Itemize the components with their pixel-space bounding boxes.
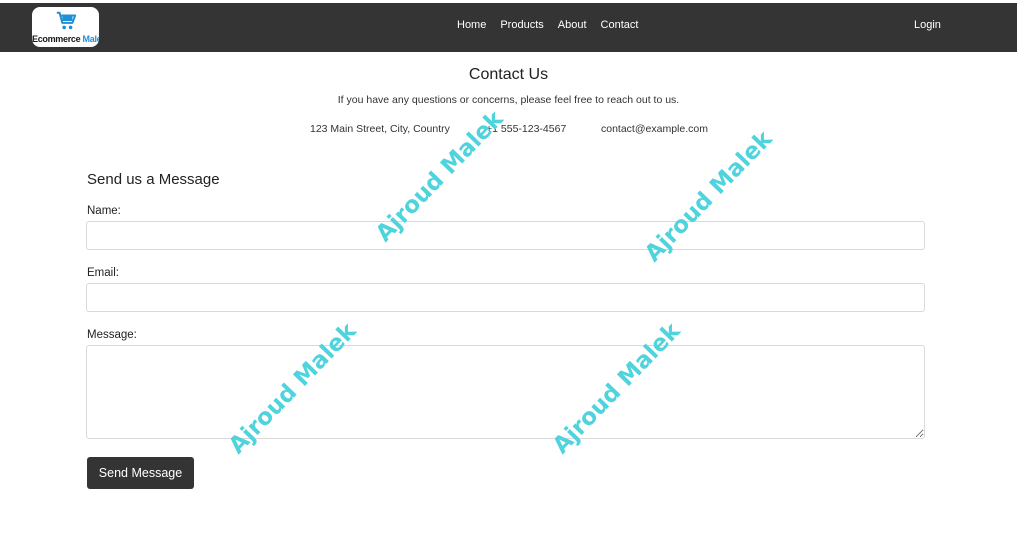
page-subtitle: If you have any questions or concerns, p… xyxy=(337,94,680,106)
nav-about[interactable]: About xyxy=(558,19,587,31)
contact-address: 123 Main Street, City, Country xyxy=(310,123,450,135)
nav-links: Home Products About Contact xyxy=(457,19,652,31)
brand-name: Ecommerce Malek xyxy=(32,34,99,44)
message-label: Message: xyxy=(87,329,137,341)
name-label: Name: xyxy=(87,205,121,217)
login-link[interactable]: Login xyxy=(914,19,941,31)
contact-phone: +1 555-123-4567 xyxy=(486,123,567,135)
nav-products[interactable]: Products xyxy=(500,19,543,31)
page-title: Contact Us xyxy=(468,66,549,83)
name-input[interactable] xyxy=(86,221,925,250)
message-textarea[interactable] xyxy=(86,345,925,439)
contact-email: contact@example.com xyxy=(601,123,708,135)
brand-word-1: Ecommerce xyxy=(32,34,81,44)
send-message-button[interactable]: Send Message xyxy=(87,457,194,489)
navbar: Ecommerce Malek Home Products About Cont… xyxy=(0,3,1017,52)
brand-word-2: Malek xyxy=(82,34,99,44)
nav-home[interactable]: Home xyxy=(457,19,486,31)
shopping-cart-icon xyxy=(56,11,77,30)
email-label: Email: xyxy=(87,267,119,279)
nav-contact[interactable]: Contact xyxy=(601,19,639,31)
form-title: Send us a Message xyxy=(87,171,220,188)
email-input[interactable] xyxy=(86,283,925,312)
brand-logo[interactable]: Ecommerce Malek xyxy=(32,7,99,47)
